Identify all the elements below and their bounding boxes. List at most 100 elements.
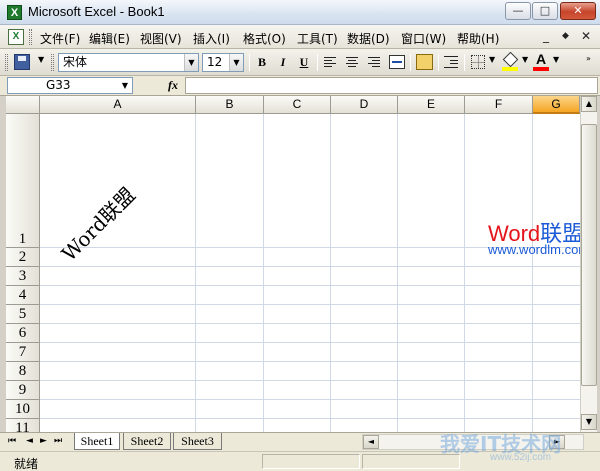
bold-button[interactable]: B <box>252 53 272 72</box>
borders-icon[interactable] <box>471 55 485 69</box>
watermark-url: www.wordlm.com <box>488 242 590 257</box>
toolbar-separator <box>438 54 439 71</box>
row-header-7[interactable]: 7 <box>6 343 40 362</box>
formula-bar: G33 ▼ fx <box>0 76 600 96</box>
row-header-10[interactable]: 10 <box>6 400 40 419</box>
scroll-left-icon[interactable]: ◄ <box>363 435 379 449</box>
maximize-button[interactable]: □ <box>532 2 558 20</box>
formatting-toolbar: ▼ 宋体 ▼ 12 ▼ B I U ▼ ▼ A ▼ » <box>0 49 600 76</box>
toolbar-overflow-icon[interactable]: » <box>586 54 591 63</box>
status-ready-text: 就绪 <box>14 457 39 471</box>
mdi-close-button[interactable]: ✕ <box>581 29 591 43</box>
gridline <box>40 304 580 305</box>
sheet-tab-3[interactable]: Sheet3 <box>173 433 222 450</box>
underline-button[interactable]: U <box>294 53 314 72</box>
status-panel <box>262 454 360 469</box>
next-sheet-icon[interactable]: ► <box>40 436 47 446</box>
menu-edit[interactable]: 编辑(E) <box>89 30 130 47</box>
gridline <box>40 399 580 400</box>
gridline <box>532 114 533 432</box>
row-header-2[interactable]: 2 <box>6 248 40 267</box>
column-header-g[interactable]: G <box>533 96 580 114</box>
first-sheet-icon[interactable]: ⏮ <box>8 436 16 446</box>
close-button[interactable]: ✕ <box>560 2 596 20</box>
toolbar-options-arrow[interactable]: ▼ <box>38 55 44 64</box>
gridline <box>195 114 196 432</box>
gridline <box>263 114 264 432</box>
row-header-4[interactable]: 4 <box>6 286 40 305</box>
vertical-scrollbar[interactable]: ▲ ▼ <box>580 96 597 432</box>
insert-function-icon[interactable]: fx <box>168 78 178 93</box>
currency-format-icon[interactable] <box>416 54 433 70</box>
toolbar-grip-2[interactable] <box>51 54 54 71</box>
fill-color-icon[interactable] <box>502 53 518 71</box>
column-header-c[interactable]: C <box>264 96 331 114</box>
column-header-f[interactable]: F <box>465 96 533 114</box>
merge-center-icon[interactable] <box>389 55 405 69</box>
last-sheet-icon[interactable]: ⏭ <box>54 436 62 446</box>
menu-view[interactable]: 视图(V) <box>140 30 182 47</box>
chevron-down-icon[interactable]: ▼ <box>184 54 198 71</box>
formula-input[interactable] <box>185 77 598 94</box>
menu-bar: X 文件(F) 编辑(E) 视图(V) 插入(I) 格式(O) 工具(T) 数据… <box>0 25 600 49</box>
scroll-down-icon[interactable]: ▼ <box>581 414 597 430</box>
font-size-select[interactable]: 12 ▼ <box>202 53 244 72</box>
menu-window[interactable]: 窗口(W) <box>401 30 446 47</box>
select-all-button[interactable] <box>6 96 40 114</box>
column-header-a[interactable]: A <box>40 96 196 114</box>
fill-color-dropdown-arrow[interactable]: ▼ <box>522 55 528 64</box>
scroll-up-icon[interactable]: ▲ <box>581 96 597 112</box>
cell-a1-text[interactable]: Word联盟 <box>54 180 141 267</box>
menu-format[interactable]: 格式(O) <box>243 30 286 47</box>
vertical-scroll-thumb[interactable] <box>581 124 597 386</box>
menu-tools[interactable]: 工具(T) <box>297 30 338 47</box>
mdi-minimize-button[interactable]: _ <box>543 29 549 43</box>
menu-file[interactable]: 文件(F) <box>40 30 80 47</box>
row-header-8[interactable]: 8 <box>6 362 40 381</box>
chevron-down-icon[interactable]: ▼ <box>118 78 132 93</box>
row-header-5[interactable]: 5 <box>6 305 40 324</box>
save-icon[interactable] <box>14 54 30 70</box>
window-title: Microsoft Excel - Book1 <box>28 4 165 19</box>
gridline <box>464 114 465 432</box>
align-center-icon[interactable] <box>346 57 358 68</box>
menu-data[interactable]: 数据(D) <box>347 30 390 47</box>
row-header-9[interactable]: 9 <box>6 381 40 400</box>
name-box-value: G33 <box>46 78 71 92</box>
minimize-button[interactable]: — <box>505 2 531 20</box>
toolbar-separator <box>317 54 318 71</box>
gridline <box>397 114 398 432</box>
toolbar-separator <box>464 54 465 71</box>
excel-app-icon[interactable]: X <box>7 5 22 20</box>
column-header-b[interactable]: B <box>196 96 264 114</box>
sheet-tab-1[interactable]: Sheet1 <box>74 433 120 450</box>
gridline <box>40 418 580 419</box>
row-header-11[interactable]: 11 <box>6 419 40 432</box>
font-size-value: 12 <box>207 55 223 69</box>
cell-area[interactable]: Word联盟 <box>40 114 580 432</box>
column-header-d[interactable]: D <box>331 96 398 114</box>
sheet-tab-2[interactable]: Sheet2 <box>123 433 171 450</box>
column-header-e[interactable]: E <box>398 96 465 114</box>
menu-help[interactable]: 帮助(H) <box>457 30 499 47</box>
gridline <box>40 285 580 286</box>
font-name-select[interactable]: 宋体 ▼ <box>58 53 199 72</box>
prev-sheet-icon[interactable]: ◄ <box>26 436 33 446</box>
align-right-icon[interactable] <box>368 57 380 68</box>
align-left-icon[interactable] <box>324 57 336 68</box>
font-color-icon[interactable]: A <box>533 52 549 72</box>
borders-dropdown-arrow[interactable]: ▼ <box>489 55 495 64</box>
toolbar-grip[interactable] <box>5 54 8 71</box>
row-header-6[interactable]: 6 <box>6 324 40 343</box>
row-header-3[interactable]: 3 <box>6 267 40 286</box>
name-box[interactable]: G33 ▼ <box>7 77 133 94</box>
italic-button[interactable]: I <box>273 53 293 72</box>
font-color-dropdown-arrow[interactable]: ▼ <box>553 55 559 64</box>
row-header-1[interactable]: 1 <box>6 114 40 248</box>
workbook-icon[interactable]: X <box>8 29 24 45</box>
menu-insert[interactable]: 插入(I) <box>193 30 230 47</box>
indent-icon[interactable] <box>444 56 458 68</box>
mdi-restore-button[interactable]: ◆ <box>562 31 569 41</box>
menubar-grip[interactable] <box>29 29 32 45</box>
chevron-down-icon[interactable]: ▼ <box>229 54 243 71</box>
